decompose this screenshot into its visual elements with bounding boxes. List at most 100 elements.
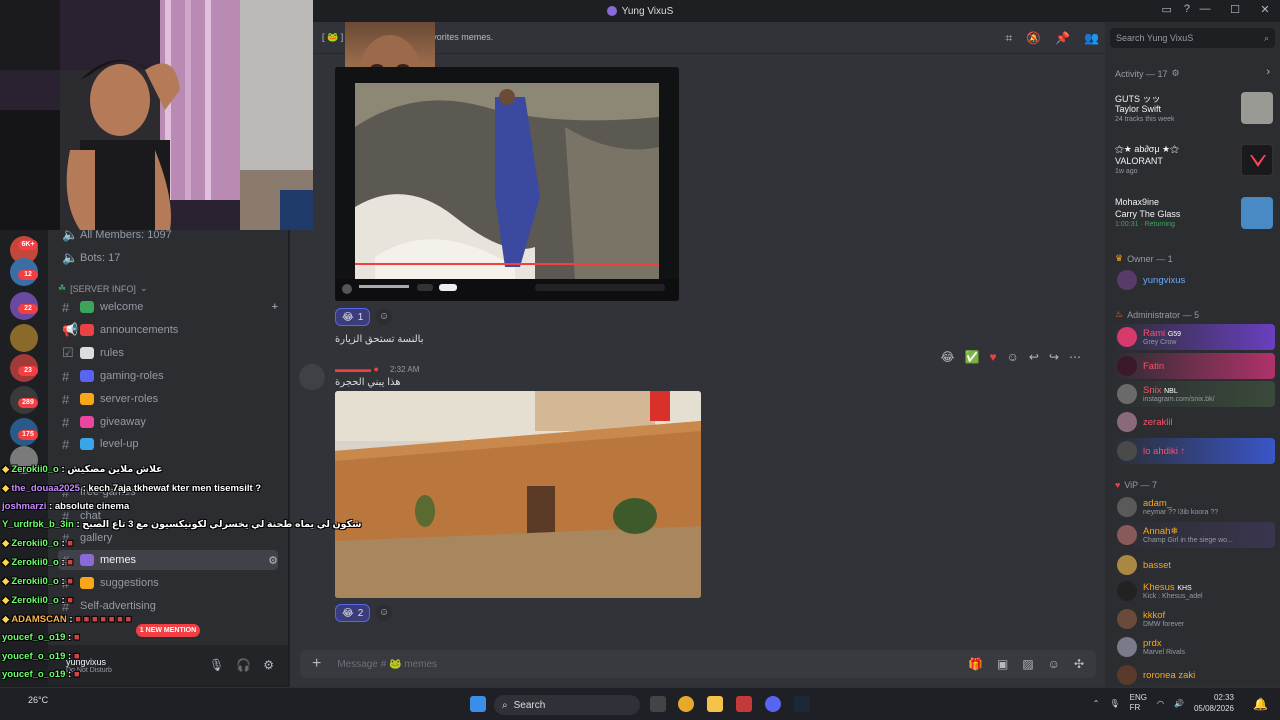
channel-giveaway[interactable]: # giveaway (58, 412, 278, 432)
message-image-1[interactable] (335, 67, 679, 301)
activity-card[interactable]: ⚝★ ab∂σμ ★⚝ VALORANT 1w ago (1115, 144, 1273, 188)
help-icon[interactable]: ? (1184, 3, 1190, 16)
channel-emoji-icon (80, 324, 94, 336)
channel-server-roles[interactable]: # server-roles (58, 389, 278, 409)
channel-welcome[interactable]: # welcome + (58, 297, 278, 317)
language-indicator[interactable]: ENG FR (1130, 693, 1147, 713)
member-row[interactable]: Snix NBL instagram.com/snix.bk/ (1111, 381, 1275, 407)
channel-memes[interactable]: # memes ⚙ (58, 550, 278, 570)
member-row[interactable]: yungvixus (1111, 267, 1275, 293)
channel-level-up[interactable]: # level-up (58, 434, 278, 454)
minimize-button[interactable]: — (1198, 3, 1212, 16)
threads-icon[interactable]: ⌗ (1005, 31, 1012, 46)
add-channel-icon[interactable]: + (272, 301, 278, 313)
gift-icon[interactable]: 🎁 (968, 657, 983, 671)
taskbar-search[interactable]: ⌕ Search (494, 695, 640, 715)
gear-icon[interactable]: ⚙ (263, 658, 274, 672)
maximize-button[interactable]: ☐ (1228, 3, 1242, 16)
member-row[interactable]: zeraklil (1111, 409, 1275, 435)
steam-icon[interactable] (794, 696, 810, 712)
channel-gallery[interactable]: # gallery (58, 528, 278, 548)
server-icon[interactable] (10, 324, 38, 352)
heart-reaction-icon[interactable]: ♥ (989, 350, 996, 364)
discord-icon[interactable] (765, 696, 781, 712)
member-row[interactable]: Annah❄ Champ Girl in the siege wo... (1111, 522, 1275, 548)
member-row[interactable]: roronea zaki (1111, 662, 1275, 687)
search-input[interactable]: Search Yung VixuS ⌕ (1110, 28, 1275, 48)
new-mention-pill[interactable]: 1 NEW MENTION (136, 624, 200, 637)
chevron-up-icon[interactable]: ⌃ (1093, 699, 1100, 708)
speaker-icon: 🔈 (62, 250, 79, 265)
message-image-2[interactable] (335, 391, 701, 598)
chevron-right-icon[interactable]: › (1266, 66, 1270, 78)
reaction-pill-1[interactable]: 😂 1 (335, 308, 371, 326)
cave-video-thumbnail (335, 67, 679, 301)
stat-bots[interactable]: 🔈 Bots: 17 (58, 248, 278, 268)
forward-icon[interactable]: ↪ (1049, 350, 1059, 364)
inbox-icon[interactable]: ▭ (1161, 3, 1171, 16)
message-input[interactable]: Message # 🐸 memes (337, 659, 437, 670)
apps-icon[interactable]: ✣ (1074, 657, 1084, 671)
activity-card[interactable]: Mohax9ine Carry The Glass 1:00:31 · Retu… (1115, 197, 1273, 241)
close-button[interactable]: ✕ (1258, 3, 1272, 16)
member-info: prdx Marvel Rivals (1143, 638, 1185, 656)
member-row[interactable]: kkkof DMW forever (1111, 606, 1275, 632)
member-row[interactable]: Khesus KHS Kick : Khesus_adel (1111, 578, 1275, 604)
mute-icon[interactable]: 🔕 (1026, 31, 1041, 46)
sticker-icon[interactable]: ▨ (1022, 657, 1033, 671)
channel-free-games[interactable]: # free-games (58, 482, 278, 502)
category-server-info[interactable]: ☘ [SERVER INFO] ⌄ (58, 283, 147, 294)
mic-icon[interactable]: 🎙 (1110, 699, 1120, 708)
wifi-icon[interactable]: ◠ (1157, 699, 1164, 708)
member-row[interactable]: lo ahdiki ↑ (1111, 438, 1275, 464)
pin-icon[interactable]: 📌 (1055, 31, 1070, 46)
attach-plus-icon[interactable]: + (312, 655, 321, 673)
message-author[interactable]: ▬▬▬▬ ● (335, 364, 379, 374)
clock[interactable]: 02:33 05/08/2026 (1194, 692, 1234, 714)
task-view-icon[interactable] (650, 696, 666, 712)
emoji-icon[interactable]: ☺ (1048, 657, 1060, 671)
channel-self-advertising[interactable]: # Self-advertising (58, 596, 278, 616)
channel-chat[interactable]: # chat (58, 506, 278, 526)
member-row[interactable]: Fatin (1111, 353, 1275, 379)
activity-header[interactable]: Activity — 17 ⚙ (1115, 68, 1180, 79)
notification-icon[interactable]: 🔔 (1253, 697, 1268, 711)
channel-gaming-roles[interactable]: # gaming-roles (58, 366, 278, 386)
headphones-icon[interactable]: 🎧 (236, 658, 251, 672)
member-row[interactable]: Rami G59 Grey Crow (1111, 324, 1275, 350)
chrome-icon[interactable] (678, 696, 694, 712)
file-explorer-icon[interactable] (707, 696, 723, 712)
message-composer[interactable]: + Message # 🐸 memes 🎁 ▣ ▨ ☺ ✣ (300, 650, 1096, 678)
settings-icon[interactable]: ⚙ (268, 554, 278, 567)
current-status: Do Not Disturb (66, 666, 112, 674)
app-icon[interactable] (736, 696, 752, 712)
member-row[interactable]: basset (1111, 552, 1275, 578)
more-icon[interactable]: ⋯ (1069, 350, 1081, 364)
stat-all-members[interactable]: 🔈 All Members: 1097 (58, 225, 278, 245)
add-reaction-button[interactable]: ☺ (376, 309, 392, 325)
channel-rules[interactable]: ☑ rules (58, 343, 278, 363)
windows-start-icon[interactable] (470, 696, 486, 712)
avatar[interactable] (299, 364, 325, 390)
member-name: zeraklil (1143, 416, 1173, 428)
check-reaction-icon[interactable]: ✅ (965, 350, 980, 364)
reply-icon[interactable]: ↩ (1029, 350, 1039, 364)
weather-text: 26°C (28, 695, 49, 705)
channel-suggestions[interactable]: # suggestions (58, 573, 278, 593)
microphone-icon[interactable]: 🎙 (209, 658, 224, 672)
activity-card[interactable]: GUTS ッッ Taylor Swift 24 tracks this week (1115, 92, 1273, 136)
server-icon[interactable] (10, 446, 38, 474)
avatar (1117, 555, 1137, 575)
user-info[interactable]: yungvixus Do Not Disturb (66, 657, 112, 674)
add-reaction-button[interactable]: ☺ (376, 605, 392, 621)
add-reaction-icon[interactable]: ☺ (1007, 350, 1019, 364)
members-icon[interactable]: 👥 (1084, 31, 1099, 46)
volume-icon[interactable]: 🔊 (1174, 699, 1184, 708)
gif-icon[interactable]: ▣ (997, 657, 1008, 671)
member-row[interactable]: prdx Marvel Rivals (1111, 634, 1275, 660)
reaction-pill-2[interactable]: 😂 2 (335, 604, 371, 622)
channel-announcements[interactable]: 📢 announcements (58, 320, 278, 340)
hash-icon: # (62, 414, 70, 430)
laugh-reaction-icon[interactable]: 😂 (941, 350, 955, 364)
member-row[interactable]: adam_ neymar ?? l3ib koora ?? (1111, 494, 1275, 520)
